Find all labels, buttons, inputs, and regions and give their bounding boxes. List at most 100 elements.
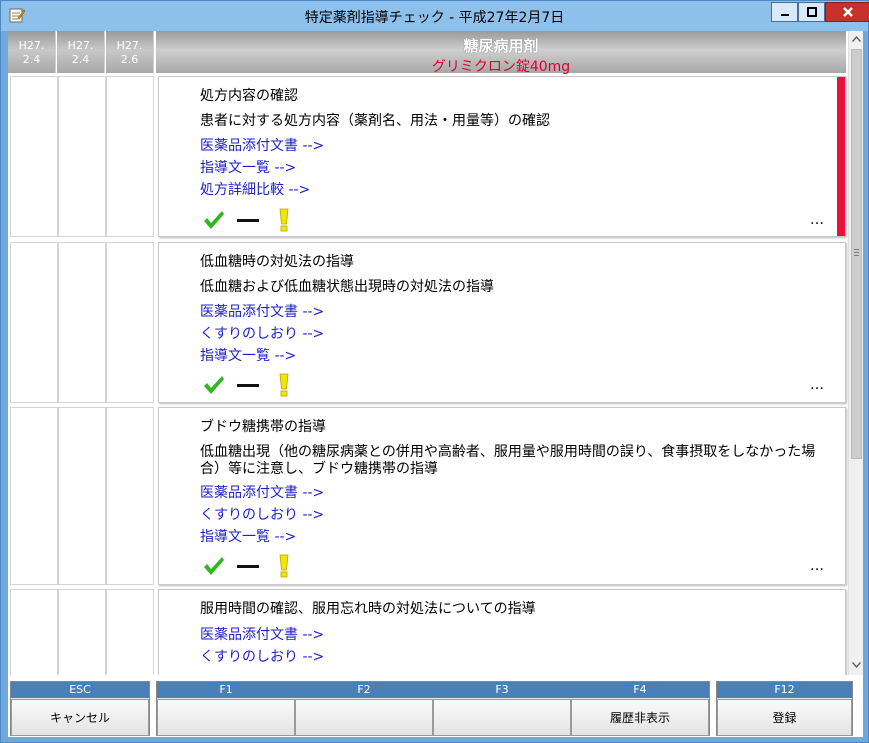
prescription-compare-link[interactable]: 処方詳細比較 --> xyxy=(200,179,324,201)
guidance-list-link[interactable]: 指導文一覧 --> xyxy=(200,526,324,548)
card-title: 処方内容の確認 xyxy=(200,88,298,104)
fkey-label-f2: F2 xyxy=(357,683,371,696)
history-cell[interactable] xyxy=(10,242,58,403)
scroll-thumb[interactable] xyxy=(851,49,862,459)
fkey-group: F1 F2 F3 F4 履歴非表示 xyxy=(156,681,710,736)
package-insert-link[interactable]: 医薬品添付文書 --> xyxy=(200,301,324,323)
package-insert-link[interactable]: 医薬品添付文書 --> xyxy=(200,624,324,646)
warning-button[interactable] xyxy=(272,373,296,397)
more-options-button[interactable]: … xyxy=(810,212,825,228)
more-options-button[interactable]: … xyxy=(810,377,825,393)
history-cell[interactable] xyxy=(58,242,106,403)
dash-icon xyxy=(237,565,259,568)
dash-icon xyxy=(237,219,259,222)
scroll-down-button[interactable] xyxy=(849,657,864,674)
history-date-era: H27. xyxy=(18,39,45,52)
close-icon xyxy=(842,7,853,17)
history-cell[interactable] xyxy=(10,407,58,585)
history-cell[interactable] xyxy=(10,76,58,237)
guidance-list-link[interactable]: 指導文一覧 --> xyxy=(200,345,324,367)
medicine-guide-link[interactable]: くすりのしおり --> xyxy=(200,504,324,526)
fkey-label-f4: F4 xyxy=(633,683,647,696)
card-title: ブドウ糖携帯の指導 xyxy=(200,419,326,435)
medicine-guide-link[interactable]: くすりのしおり --> xyxy=(200,646,324,668)
card-description: 患者に対する処方内容（薬剤名、用法・用量等）の確認 xyxy=(200,113,550,129)
history-date-day: 2.4 xyxy=(22,53,41,66)
history-cell[interactable] xyxy=(106,242,154,403)
not-applicable-button[interactable] xyxy=(236,554,260,578)
fkey-label-f3: F3 xyxy=(495,683,509,696)
history-cell[interactable] xyxy=(106,76,154,237)
fkey-label-esc: ESC xyxy=(69,683,91,696)
guidance-row: 低血糖時の対処法の指導 低血糖および低血糖状態出現時の対処法の指導 医薬品添付文… xyxy=(8,242,848,405)
warning-button[interactable] xyxy=(272,208,296,232)
chevron-down-icon xyxy=(851,662,862,669)
history-date-era: H27. xyxy=(67,39,94,52)
maximize-icon xyxy=(806,7,817,17)
vertical-scrollbar[interactable] xyxy=(848,31,863,675)
exclamation-icon xyxy=(279,208,289,232)
check-button[interactable] xyxy=(202,554,226,578)
guidance-row: 処方内容の確認 患者に対する処方内容（薬剤名、用法・用量等）の確認 医薬品添付文… xyxy=(8,76,848,239)
guidance-card: ブドウ糖携帯の指導 低血糖出現（他の糖尿病薬との併用や高齢者、服用量や服用時間の… xyxy=(158,407,846,585)
card-description: 低血糖および低血糖状態出現時の対処法の指導 xyxy=(200,279,494,295)
guidance-row: 服用時間の確認、服用忘れ時の対処法についての指導 医薬品添付文書 --> くすり… xyxy=(8,589,848,675)
history-date-day: 2.4 xyxy=(71,53,90,66)
history-cell[interactable] xyxy=(106,589,154,675)
history-date-day: 2.6 xyxy=(120,53,139,66)
history-cell[interactable] xyxy=(58,407,106,585)
check-button[interactable] xyxy=(202,208,226,232)
esc-key-group: ESC キャンセル xyxy=(10,681,150,736)
function-key-bar: ESC キャンセル F1 F2 F3 F4 履歴非表示 F12 登録 xyxy=(8,678,863,737)
maximize-button[interactable] xyxy=(798,2,825,22)
history-cell[interactable] xyxy=(58,589,106,675)
check-icon xyxy=(204,557,224,575)
guidance-card: 服用時間の確認、服用忘れ時の対処法についての指導 医薬品添付文書 --> くすり… xyxy=(158,589,846,675)
guidance-row: ブドウ糖携帯の指導 低血糖出現（他の糖尿病薬との併用や高齢者、服用量や服用時間の… xyxy=(8,407,848,587)
fkey-label-f12: F12 xyxy=(774,683,795,696)
guidance-card: 低血糖時の対処法の指導 低血糖および低血糖状態出現時の対処法の指導 医薬品添付文… xyxy=(158,242,846,403)
history-date-header: H27. 2.6 xyxy=(106,31,154,73)
f2-button[interactable] xyxy=(295,699,433,736)
window-title: 特定薬剤指導チェック - 平成27年2月7日 xyxy=(304,10,565,26)
check-icon xyxy=(204,211,224,229)
history-cell[interactable] xyxy=(106,407,154,585)
history-date-era: H27. xyxy=(116,39,143,52)
warning-button[interactable] xyxy=(272,554,296,578)
scroll-up-button[interactable] xyxy=(849,31,864,48)
drug-name: グリミクロン錠40mg xyxy=(431,59,571,75)
f1-button[interactable] xyxy=(157,699,295,736)
chevron-up-icon xyxy=(851,35,862,42)
guidance-card: 処方内容の確認 患者に対する処方内容（薬剤名、用法・用量等）の確認 医薬品添付文… xyxy=(158,76,846,237)
flag-indicator xyxy=(837,77,845,236)
medicine-guide-link[interactable]: くすりのしおり --> xyxy=(200,323,324,345)
cancel-button[interactable]: キャンセル xyxy=(11,699,149,736)
guidance-list-link[interactable]: 指導文一覧 --> xyxy=(200,157,324,179)
package-insert-link[interactable]: 医薬品添付文書 --> xyxy=(200,482,324,504)
package-insert-link[interactable]: 医薬品添付文書 --> xyxy=(200,135,324,157)
app-window: 特定薬剤指導チェック - 平成27年2月7日 H27. 2.4 H27. 2.4… xyxy=(0,0,869,743)
check-icon xyxy=(204,376,224,394)
f3-button[interactable] xyxy=(433,699,571,736)
check-button[interactable] xyxy=(202,373,226,397)
exclamation-icon xyxy=(279,373,289,397)
dash-icon xyxy=(237,384,259,387)
register-button[interactable]: 登録 xyxy=(717,699,852,736)
more-options-button[interactable]: … xyxy=(810,558,825,574)
title-bar[interactable]: 特定薬剤指導チェック - 平成27年2月7日 xyxy=(1,1,869,31)
card-description: 低血糖出現（他の糖尿病薬との併用や高齢者、服用量や服用時間の誤り、食事摂取をしな… xyxy=(200,444,816,477)
client-area: H27. 2.4 H27. 2.4 H27. 2.6 糖尿病用剤 グリミクロン錠… xyxy=(8,31,863,737)
exclamation-icon xyxy=(279,554,289,578)
drug-header: 糖尿病用剤 グリミクロン錠40mg xyxy=(156,31,846,75)
fkey-label-f1: F1 xyxy=(219,683,233,696)
hide-history-button[interactable]: 履歴非表示 xyxy=(571,699,709,736)
card-title: 低血糖時の対処法の指導 xyxy=(200,254,354,270)
history-date-header: H27. 2.4 xyxy=(57,31,105,73)
history-cell[interactable] xyxy=(58,76,106,237)
minimize-button[interactable] xyxy=(771,2,798,22)
drug-category: 糖尿病用剤 xyxy=(463,37,539,55)
close-button[interactable] xyxy=(825,2,869,22)
not-applicable-button[interactable] xyxy=(236,208,260,232)
history-cell[interactable] xyxy=(10,589,58,675)
not-applicable-button[interactable] xyxy=(236,373,260,397)
